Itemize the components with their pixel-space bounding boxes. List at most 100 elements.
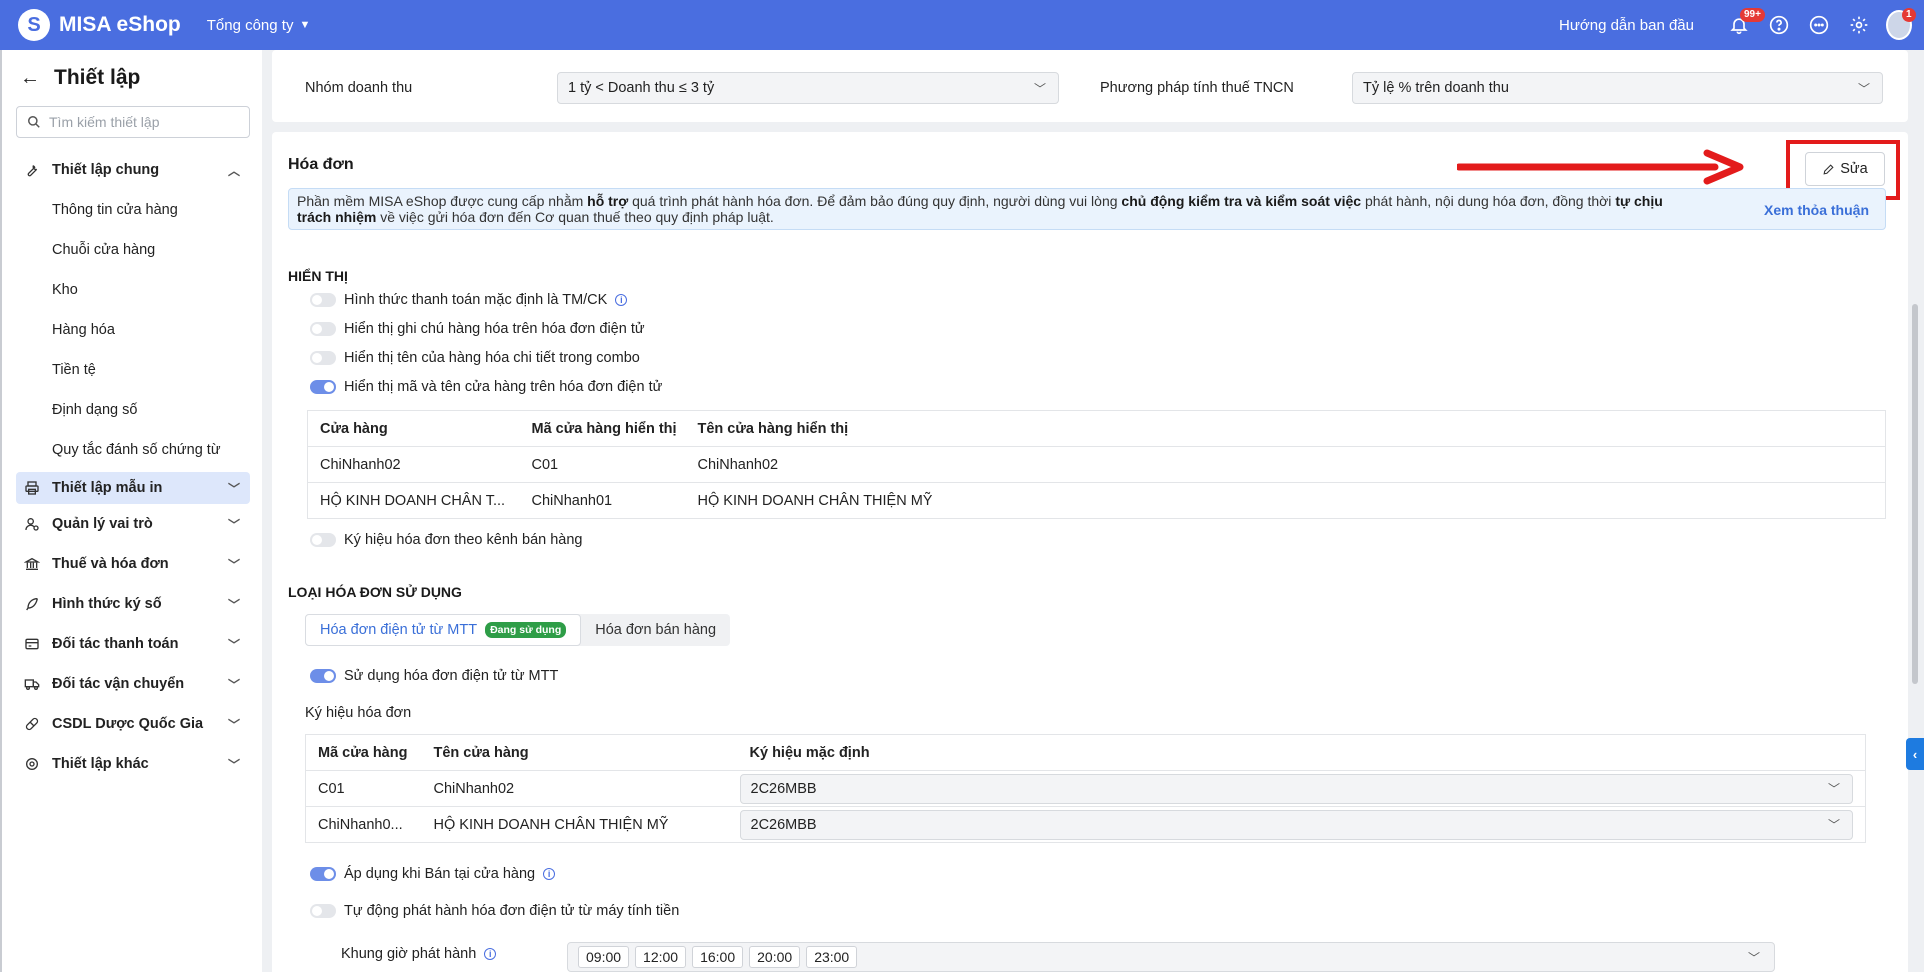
sidebar-group-label: Quản lý vai trò (52, 516, 153, 532)
tab-sales-invoice[interactable]: Hóa đơn bán hàng (581, 614, 730, 646)
sidebar-group-label: CSDL Dược Quốc Gia (52, 716, 204, 732)
table-cell: ChiNhanh01 (531, 492, 613, 509)
settings-button[interactable] (1846, 12, 1872, 38)
chevron-down-icon: ﹀ (1033, 81, 1046, 96)
auto-issue-toggle[interactable] (310, 904, 336, 918)
sidebar-group-drug-database[interactable]: CSDL Dược Quốc Gia ﹀ (2, 704, 262, 744)
sidebar-group-label: Thiết lập chung (52, 162, 160, 178)
sidebar-item-goods[interactable]: Hàng hóa (2, 310, 262, 350)
sidebar-group-label: Hình thức ký số (52, 596, 162, 612)
symbol-select[interactable]: 2C26MBB ﹀ (739, 809, 1853, 840)
notification-button[interactable]: 99+ (1726, 8, 1765, 38)
info-icon[interactable]: i (615, 294, 628, 306)
tab-label: Hóa đơn bán hàng (595, 622, 717, 638)
help-button[interactable] (1766, 12, 1792, 38)
store-display-table: Cửa hàng Mã cửa hàng hiển thị Tên cửa hà… (307, 410, 1886, 519)
more-button[interactable] (1806, 12, 1832, 38)
settings-sidebar: ← Thiết lập Thiết lập chung ︿ Thông tin … (0, 50, 262, 972)
tax-method-select[interactable]: Tỷ lệ % trên doanh thu ﹀ (1352, 72, 1883, 104)
apply-store-toggle[interactable] (310, 867, 336, 881)
use-mtt-toggle[interactable] (310, 669, 336, 683)
payment-method-toggle[interactable] (310, 293, 336, 307)
scrollbar[interactable] (1912, 304, 1918, 684)
sidebar-group-other-settings[interactable]: Thiết lập khác ﹀ (2, 744, 262, 784)
guide-link[interactable]: Hướng dẫn ban đầu (1559, 17, 1694, 34)
display-section-title: HIỂN THỊ (288, 268, 348, 284)
sidebar-group-payment-partner[interactable]: Đối tác thanh toán ﹀ (2, 624, 262, 664)
store-code-toggle[interactable] (310, 380, 336, 394)
issue-time-select[interactable]: 09:00 12:00 16:00 20:00 23:00 ﹀ (567, 942, 1775, 972)
in-use-badge: Đang sử dụng (485, 622, 567, 638)
chevron-down-icon: ﹀ (227, 481, 240, 496)
sidebar-group-label: Đối tác vận chuyển (52, 676, 185, 692)
invoice-title: Hóa đơn (288, 156, 354, 173)
time-chip[interactable]: 20:00 (749, 946, 801, 968)
back-arrow-icon[interactable]: ← (20, 67, 40, 90)
sidebar-group-roles[interactable]: Quản lý vai trò ﹀ (2, 504, 262, 544)
bank-icon (22, 556, 42, 572)
time-chip[interactable]: 12:00 (635, 946, 687, 968)
more-dots-icon (1809, 15, 1829, 35)
view-agreement-link[interactable]: Xem thỏa thuận (1764, 202, 1869, 218)
table-row: C01 ChiNhanh02 2C26MBB ﹀ (305, 770, 1866, 807)
gear-icon (1850, 16, 1868, 34)
toggle-label: Tự động phát hành hóa đơn điện tử từ máy… (344, 903, 680, 919)
symbol-channel-toggle[interactable] (310, 533, 336, 547)
toggle-label: Áp dụng khi Bán tại cửa hàng (344, 866, 536, 882)
sidebar-item-currency[interactable]: Tiền tệ (2, 350, 262, 390)
chevron-down-icon: ﹀ (227, 597, 240, 612)
misa-logo-icon: S (18, 9, 50, 41)
sidebar-group-signature[interactable]: Hình thức ký số ﹀ (2, 584, 262, 624)
chevron-left-icon: ‹ (1912, 746, 1918, 762)
invoice-types-title: LOẠI HÓA ĐƠN SỬ DỤNG (288, 584, 462, 600)
chevron-down-icon: ﹀ (227, 677, 240, 692)
sidebar-item-store-chain[interactable]: Chuỗi cửa hàng (2, 230, 262, 270)
column-header: Tên cửa hàng hiển thị (685, 410, 1886, 447)
toggle-row-goods-note: Hiển thị ghi chú hàng hóa trên hóa đơn đ… (310, 321, 645, 337)
sidebar-title: Thiết lập (54, 66, 141, 89)
invoice-type-tabs: Hóa đơn điện tử từ MTT Đang sử dụng Hóa … (305, 614, 731, 646)
app-name: MISA eShop (59, 13, 181, 36)
column-header: Tên cửa hàng (421, 734, 738, 771)
symbol-select[interactable]: 2C26MBB ﹀ (739, 773, 1853, 804)
table-cell: 2C26MBB ﹀ (738, 807, 1866, 843)
sidebar-group-shipping-partner[interactable]: Đối tác vận chuyển ﹀ (2, 664, 262, 704)
sidebar-item-number-format[interactable]: Định dạng số (2, 390, 262, 430)
sidebar-group-print-template[interactable]: Thiết lập mẫu in ﹀ (16, 472, 250, 504)
main-content: Nhóm doanh thu 1 tỷ < Doanh thu ≤ 3 tỷ ﹀… (272, 50, 1916, 972)
sidebar-search[interactable] (16, 106, 250, 138)
toggle-row-auto-issue: Tự động phát hành hóa đơn điện tử từ máy… (310, 903, 679, 919)
pencil-icon (1823, 163, 1834, 175)
sidebar-item-voucher-numbering[interactable]: Quy tắc đánh số chứng từ (2, 430, 262, 470)
sidebar-item-store-info[interactable]: Thông tin cửa hàng (2, 190, 262, 230)
info-icon[interactable]: i (484, 948, 497, 960)
company-selector[interactable]: Tổng công ty ▼ (207, 17, 311, 34)
tab-mtt-einvoice[interactable]: Hóa đơn điện tử từ MTT Đang sử dụng (305, 614, 582, 646)
sidebar-group-general[interactable]: Thiết lập chung ︿ (2, 150, 262, 190)
sidebar-group-label: Thiết lập khác (52, 756, 149, 772)
tax-method-label: Phương pháp tính thuế TNCN (1100, 80, 1294, 96)
invoice-symbol-table: Mã cửa hàng Tên cửa hàng Ký hiệu mặc địn… (305, 734, 1866, 843)
edit-label: Sửa (1840, 161, 1868, 177)
search-icon (28, 116, 40, 128)
toggle-row-store-code: Hiển thị mã và tên cửa hàng trên hóa đơn… (310, 379, 662, 395)
time-chip[interactable]: 16:00 (692, 946, 744, 968)
time-chip[interactable]: 09:00 (578, 946, 630, 968)
info-icon[interactable]: i (543, 868, 556, 880)
table-header-row: Mã cửa hàng Tên cửa hàng Ký hiệu mặc địn… (305, 734, 1866, 771)
collapse-panel-button[interactable]: ‹ (1906, 738, 1924, 770)
sidebar-group-tax-invoice[interactable]: Thuế và hóa đơn ﹀ (2, 544, 262, 584)
revenue-group-select[interactable]: 1 tỷ < Doanh thu ≤ 3 tỷ ﹀ (557, 72, 1059, 104)
search-input[interactable] (49, 114, 239, 130)
combo-name-toggle[interactable] (310, 351, 336, 365)
sidebar-item-warehouse[interactable]: Kho (2, 270, 262, 310)
column-header: Cửa hàng (307, 410, 520, 447)
edit-button[interactable]: Sửa (1805, 152, 1885, 186)
revenue-card: Nhóm doanh thu 1 tỷ < Doanh thu ≤ 3 tỷ ﹀… (272, 50, 1908, 122)
time-chip[interactable]: 23:00 (806, 946, 858, 968)
chevron-up-icon: ︿ (227, 163, 240, 178)
goods-note-toggle[interactable] (310, 322, 336, 336)
toggle-label: Hình thức thanh toán mặc định là TM/CK (344, 292, 608, 308)
user-menu[interactable]: 1 (1886, 8, 1916, 40)
app-logo[interactable]: S MISA eShop (18, 9, 181, 41)
